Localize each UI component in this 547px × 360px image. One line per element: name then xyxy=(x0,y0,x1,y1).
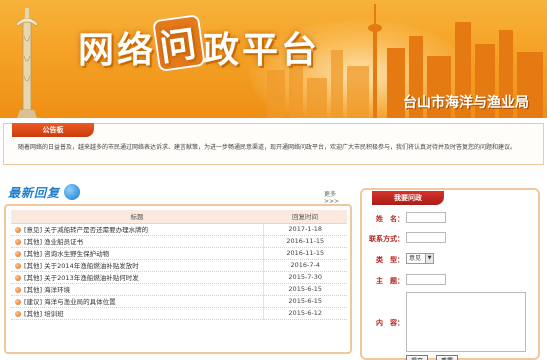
subject-input[interactable] xyxy=(406,274,446,285)
ask-question-tab: 我要问政 xyxy=(372,191,444,205)
row-title-link[interactable]: 渔业船员证书 xyxy=(44,238,83,246)
table-row[interactable]: [其他] 关于2013年渔船燃油补贴何时发 2015-7-30 xyxy=(11,271,347,284)
site-title: 网络问政平台 xyxy=(78,14,321,76)
bullet-icon xyxy=(15,299,21,305)
title-part2: 政平台 xyxy=(203,29,321,71)
row-title-link[interactable]: 关于2014年渔船燃油补贴发放时 xyxy=(44,262,139,270)
title-highlight: 问 xyxy=(152,14,206,73)
reset-button[interactable]: 重置 xyxy=(436,355,458,360)
notice-text: 随着网络的日益普及，越来越多的市民通过网络表达诉求、建言献策，为进一步畅通民意渠… xyxy=(18,144,517,151)
more-link[interactable]: 更多>>> xyxy=(324,189,344,205)
contact-input[interactable] xyxy=(406,232,446,243)
row-title-link[interactable]: 海洋环境 xyxy=(44,286,70,294)
row-tag: [其他] xyxy=(24,274,43,282)
replies-table-box: 标题 回复时间 [意见] 关于减船转产是否还需要办理水牌的 2017-1-18 … xyxy=(4,204,352,354)
row-date: 2017-1-18 xyxy=(262,223,347,236)
dropdown-arrow-icon: ▼ xyxy=(425,254,433,263)
bullet-icon xyxy=(15,251,21,257)
ornamental-column-icon xyxy=(15,8,39,118)
row-tag: [其他] xyxy=(24,262,43,270)
row-date: 2015-6-15 xyxy=(262,283,347,296)
ask-question-form: 我要问政 姓 名： 联系方式： 类 型： 意见 ▼ 主 题： 内 容： 提交 重… xyxy=(360,188,540,360)
row-tag: [其他] xyxy=(24,250,43,258)
notice-board-tab: 公告板 xyxy=(12,123,94,137)
bullet-icon xyxy=(15,287,21,293)
row-date: 2016-11-15 xyxy=(262,235,347,248)
subject-label: 主 题： xyxy=(376,277,404,285)
latest-replies-header: 最新回复 更多>>> xyxy=(4,182,344,205)
table-row[interactable]: [其他] 渔业船员证书 2016-11-15 xyxy=(11,235,347,248)
submit-button[interactable]: 提交 xyxy=(406,355,428,360)
header-banner: 网络问政平台 台山市海洋与渔业局 xyxy=(0,0,547,118)
row-tag: [其他] xyxy=(24,286,43,294)
type-label: 类 型： xyxy=(376,256,404,264)
row-date: 2015-7-30 xyxy=(262,271,347,284)
type-select-value: 意见 xyxy=(409,255,422,262)
name-input[interactable] xyxy=(406,212,446,223)
row-title-link[interactable]: 培训班 xyxy=(44,310,64,318)
bullet-icon xyxy=(15,311,21,317)
row-tag: [其他] xyxy=(24,238,43,246)
notice-board: 公告板 随着网络的日益普及，越来越多的市民通过网络表达诉求、建言献策，为进一步畅… xyxy=(3,123,544,165)
bullet-icon xyxy=(15,239,21,245)
latest-replies-title: 最新回复 xyxy=(8,186,61,200)
row-date: 2016-7-4 xyxy=(262,259,347,272)
type-select[interactable]: 意见 ▼ xyxy=(406,253,434,264)
row-title-link[interactable]: 关于2013年渔船燃油补贴何时发 xyxy=(44,274,139,282)
row-date: 2015-6-15 xyxy=(262,295,347,308)
replies-table: 标题 回复时间 [意见] 关于减船转产是否还需要办理水牌的 2017-1-18 … xyxy=(11,210,347,320)
table-row[interactable]: [意见] 关于减船转产是否还需要办理水牌的 2017-1-18 xyxy=(11,223,347,236)
contact-label: 联系方式： xyxy=(369,235,404,243)
bullet-icon xyxy=(15,263,21,269)
bullet-icon xyxy=(15,275,21,281)
row-title-link[interactable]: 海洋与渔业局的具体位置 xyxy=(44,298,116,306)
table-row[interactable]: [建议] 海洋与渔业局的具体位置 2015-6-15 xyxy=(11,295,347,308)
column-header-date: 回复时间 xyxy=(263,210,347,224)
row-title-link[interactable]: 关于减船转产是否还需要办理水牌的 xyxy=(44,226,148,234)
content-label: 内 容： xyxy=(376,319,404,327)
title-part1: 网络 xyxy=(78,29,157,71)
table-row[interactable]: [其他] 咨询水生野生保护动物 2016-11-15 xyxy=(11,247,347,260)
table-row[interactable]: [其他] 关于2014年渔船燃油补贴发放时 2016-7-4 xyxy=(11,259,347,272)
content-textarea[interactable] xyxy=(406,292,526,352)
name-label: 姓 名： xyxy=(376,215,404,223)
check-badge-icon xyxy=(64,184,80,200)
table-row[interactable]: [其他] 培训班 2015-6-12 xyxy=(11,307,347,320)
row-title-link[interactable]: 咨询水生野生保护动物 xyxy=(44,250,109,258)
table-row[interactable]: [其他] 海洋环境 2015-6-15 xyxy=(11,283,347,296)
row-tag: [意见] xyxy=(24,226,43,234)
organization-name: 台山市海洋与渔业局 xyxy=(403,95,529,111)
row-date: 2015-6-12 xyxy=(262,307,347,320)
row-tag: [建议] xyxy=(24,298,43,306)
bullet-icon xyxy=(15,227,21,233)
row-tag: [其他] xyxy=(24,310,43,318)
row-date: 2016-11-15 xyxy=(262,247,347,260)
column-header-title: 标题 xyxy=(11,210,263,224)
